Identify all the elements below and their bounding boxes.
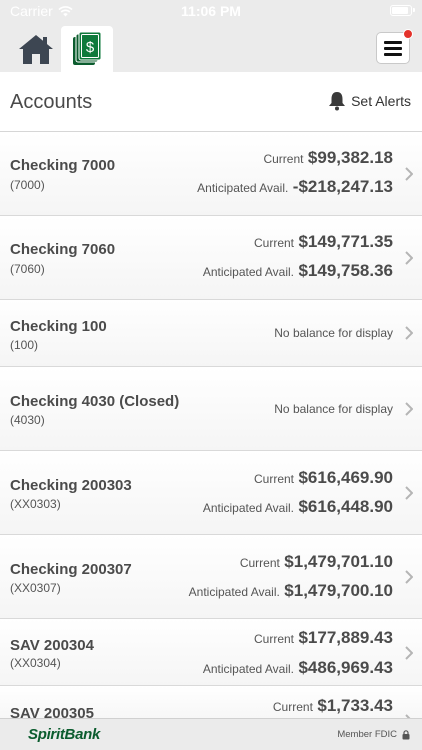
- account-list: Checking 7000 (7000) Current $99,382.18 …: [0, 132, 422, 728]
- current-balance: Current $149,771.35: [254, 232, 393, 252]
- current-amount: $616,469.90: [298, 468, 393, 487]
- current-label: Current: [253, 472, 294, 486]
- lock-icon: [402, 729, 410, 739]
- anticipated-amount: $149,758.36: [298, 261, 393, 280]
- account-name: Checking 7000: [10, 157, 116, 174]
- accounts-header: Accounts Set Alerts: [0, 72, 422, 132]
- anticipated-amount: $486,969.43: [298, 658, 393, 677]
- account-name: Checking 100: [10, 318, 107, 335]
- chevron-right-icon: [405, 570, 413, 584]
- anticipated-balance: Anticipated Avail. $1,479,700.10: [189, 581, 393, 601]
- bell-icon: [329, 92, 346, 111]
- account-row-sav-200304[interactable]: SAV 200304 (XX0304) Current $177,889.43 …: [0, 619, 422, 686]
- current-amount: $1,733.43: [317, 696, 393, 715]
- notification-dot: [403, 29, 413, 39]
- anticipated-label: Anticipated Avail.: [197, 181, 289, 195]
- account-number: (XX0307): [10, 581, 61, 595]
- current-label: Current: [263, 152, 304, 166]
- battery-icon: [390, 5, 415, 16]
- current-balance: Current $616,469.90: [254, 468, 393, 488]
- account-row-checking-7060[interactable]: Checking 7060 (7060) Current $149,771.35…: [0, 216, 422, 300]
- chevron-right-icon: [405, 402, 413, 416]
- account-name: Checking 200307: [10, 561, 132, 578]
- account-name: Checking 4030 (Closed): [10, 393, 180, 410]
- current-label: Current: [253, 632, 294, 646]
- no-balance-message: No balance for display: [274, 326, 393, 340]
- anticipated-label: Anticipated Avail.: [202, 265, 294, 279]
- account-number: (XX0303): [10, 497, 61, 511]
- home-icon: [19, 35, 53, 64]
- account-number: (7000): [10, 178, 45, 192]
- hamburger-menu-icon: [384, 40, 402, 56]
- current-amount: $1,479,701.10: [284, 552, 393, 571]
- anticipated-balance: Anticipated Avail. $149,758.36: [203, 261, 393, 281]
- current-amount: $149,771.35: [298, 232, 393, 251]
- anticipated-label: Anticipated Avail.: [188, 585, 280, 599]
- menu-button[interactable]: [376, 29, 413, 64]
- current-balance: Current $99,382.18: [263, 148, 393, 168]
- anticipated-balance: Anticipated Avail. $616,448.90: [203, 497, 393, 517]
- set-alerts-button[interactable]: Set Alerts: [328, 91, 411, 111]
- account-row-checking-4030[interactable]: Checking 4030 (Closed) (4030) No balance…: [0, 367, 422, 451]
- current-amount: $99,382.18: [307, 148, 393, 167]
- account-row-checking-7000[interactable]: Checking 7000 (7000) Current $99,382.18 …: [0, 132, 422, 216]
- account-name: Checking 200303: [10, 477, 132, 494]
- chevron-right-icon: [405, 326, 413, 340]
- anticipated-amount: $616,448.90: [298, 497, 393, 516]
- tab-home[interactable]: [12, 26, 60, 72]
- set-alerts-label: Set Alerts: [351, 93, 411, 109]
- svg-text:$: $: [86, 39, 95, 56]
- tab-accounts[interactable]: $: [61, 26, 113, 72]
- top-tab-bar: $: [0, 22, 422, 72]
- account-number: (XX0304): [10, 656, 61, 670]
- chevron-right-icon: [405, 167, 413, 181]
- account-number: (4030): [10, 413, 45, 427]
- anticipated-amount: $1,479,700.10: [284, 581, 393, 600]
- anticipated-label: Anticipated Avail.: [202, 662, 294, 676]
- member-fdic: Member FDIC: [337, 729, 410, 740]
- page-title: Accounts: [10, 91, 93, 113]
- current-label: Current: [239, 556, 280, 570]
- anticipated-label: Anticipated Avail.: [202, 501, 294, 515]
- current-balance: Current $1,479,701.10: [240, 552, 393, 572]
- footer: SpiritBank Member FDIC: [0, 718, 422, 750]
- chevron-right-icon: [405, 646, 413, 660]
- account-number: (100): [10, 338, 39, 352]
- account-row-checking-100[interactable]: Checking 100 (100) No balance for displa…: [0, 300, 422, 367]
- anticipated-balance: Anticipated Avail. -$218,247.13: [197, 177, 393, 197]
- current-amount: $177,889.43: [298, 628, 393, 647]
- current-balance: Current $1,733.43: [273, 696, 393, 716]
- no-balance-message: No balance for display: [274, 402, 393, 416]
- clock: 11:06 PM: [181, 3, 241, 19]
- current-label: Current: [253, 236, 294, 250]
- account-number: (7060): [10, 262, 45, 276]
- account-row-checking-200303[interactable]: Checking 200303 (XX0303) Current $616,46…: [0, 451, 422, 535]
- current-balance: Current $177,889.43: [254, 628, 393, 648]
- member-fdic-label: Member FDIC: [337, 729, 397, 740]
- dollar-bills-icon: $: [73, 32, 102, 65]
- status-bar: Carrier 11:06 PM: [0, 0, 422, 22]
- current-label: Current: [272, 700, 313, 714]
- chevron-right-icon: [405, 251, 413, 265]
- spiritbank-logo: SpiritBank: [28, 726, 101, 743]
- account-name: Checking 7060: [10, 241, 116, 258]
- anticipated-amount: -$218,247.13: [292, 177, 393, 196]
- account-row-checking-200307[interactable]: Checking 200307 (XX0307) Current $1,479,…: [0, 535, 422, 619]
- chevron-right-icon: [405, 486, 413, 500]
- account-name: SAV 200304: [10, 637, 94, 654]
- anticipated-balance: Anticipated Avail. $486,969.43: [203, 658, 393, 678]
